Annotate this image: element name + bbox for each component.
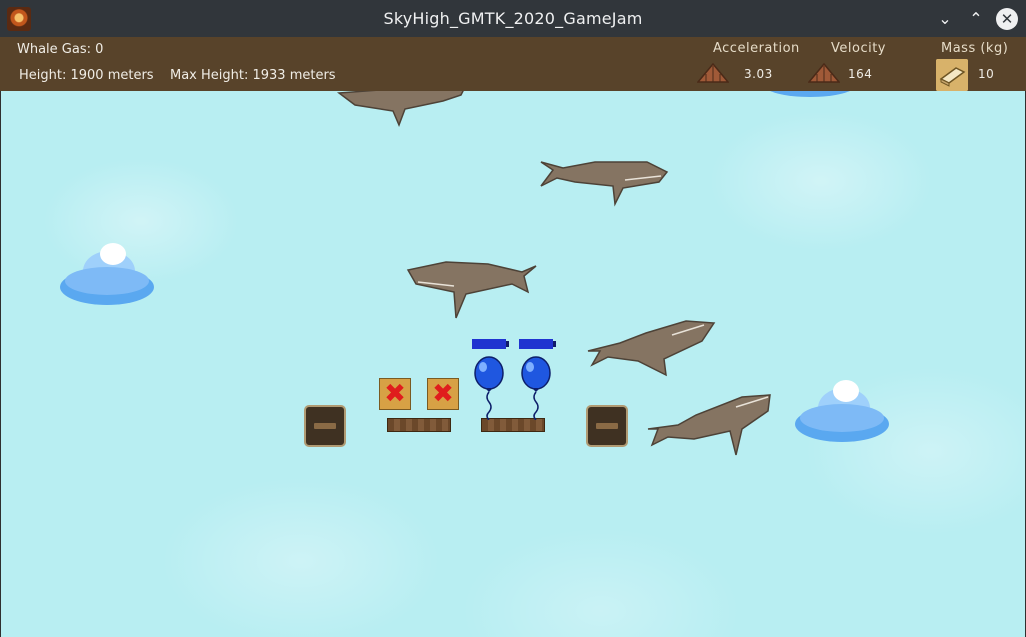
maximize-button[interactable]: ⌃	[965, 8, 987, 30]
gold-bar-icon	[936, 59, 968, 91]
balloon-icon[interactable]	[519, 356, 553, 420]
game-hud: Whale Gas: 0 Height: 1900 meters Max Hei…	[0, 37, 1026, 91]
height-readout: Height: 1900 meters	[19, 68, 154, 83]
balloon-gas-bar	[472, 339, 509, 349]
wood-plank[interactable]	[387, 418, 451, 432]
velocity-label: Velocity	[831, 41, 886, 56]
whale-sprite	[336, 91, 464, 128]
acceleration-label: Acceleration	[713, 41, 800, 56]
crate-block[interactable]	[304, 405, 346, 447]
window-title: SkyHigh_GMTK_2020_GameJam	[383, 9, 643, 28]
whale-sprite	[540, 161, 669, 207]
remove-marker[interactable]: ✖	[427, 378, 459, 410]
max-height-readout: Max Height: 1933 meters	[170, 68, 336, 83]
close-icon: ✖	[384, 379, 406, 409]
wood-plank[interactable]	[481, 418, 545, 432]
up-arrow-icon	[697, 63, 729, 83]
crate-block[interactable]	[586, 405, 628, 447]
mass-value: 10	[978, 67, 995, 81]
mass-label: Mass (kg)	[941, 41, 1009, 56]
remove-marker[interactable]: ✖	[379, 378, 411, 410]
up-arrow-icon	[808, 63, 840, 83]
cloud-icon	[770, 91, 850, 97]
cloud-icon	[795, 380, 889, 442]
balloon-gas-bar	[519, 339, 556, 349]
whale-sprite	[647, 394, 771, 456]
close-icon: ✖	[432, 379, 454, 409]
close-button[interactable]: ✕	[996, 8, 1018, 30]
whale-sprite	[587, 320, 716, 377]
balloon-icon[interactable]	[472, 356, 506, 420]
window-titlebar: SkyHigh_GMTK_2020_GameJam ⌄ ⌃ ✕	[0, 0, 1026, 37]
game-viewport[interactable]: ✖ ✖	[1, 91, 1025, 637]
velocity-value: 164	[848, 67, 873, 81]
whale-sprite	[406, 261, 537, 319]
minimize-button[interactable]: ⌄	[934, 8, 956, 30]
acceleration-value: 3.03	[744, 67, 773, 81]
cloud-icon	[60, 243, 154, 305]
whale-gas-readout: Whale Gas: 0	[17, 42, 104, 57]
